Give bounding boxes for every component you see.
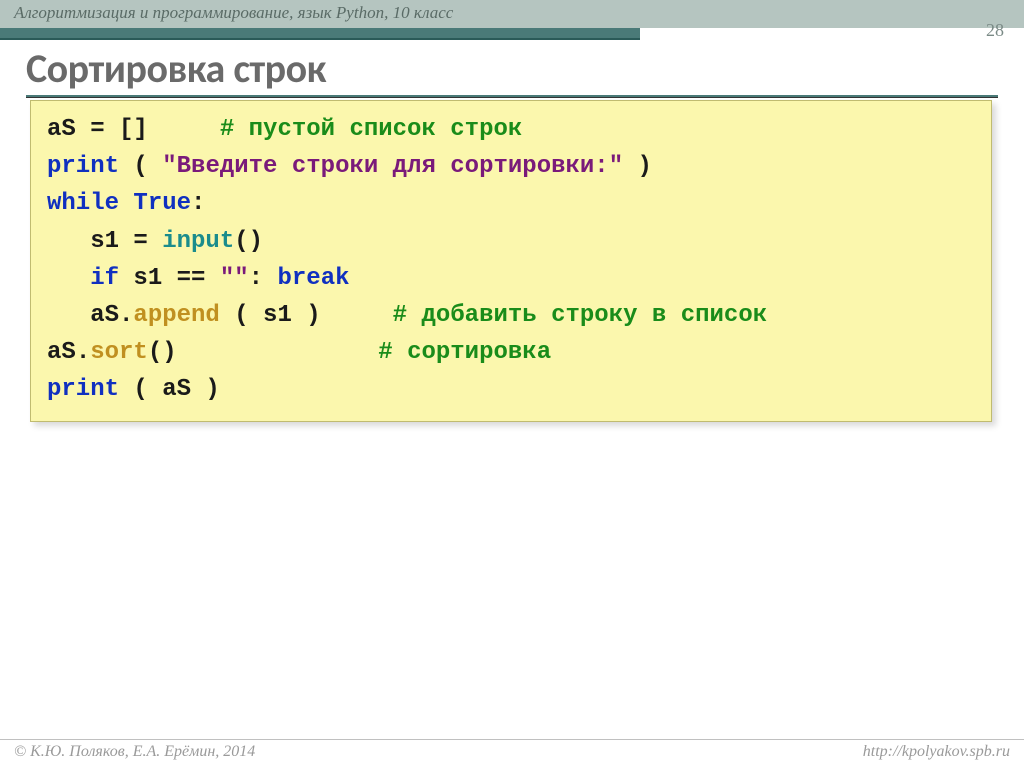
- code-keyword: while: [47, 190, 119, 217]
- code-line-1: aS = [] # пустой список строк: [47, 111, 975, 148]
- code-text: aS: [47, 339, 76, 366]
- code-block: aS = [] # пустой список строк print ( "В…: [30, 100, 992, 422]
- code-text: s1 =: [47, 228, 162, 255]
- title-area: Сортировка строк: [26, 44, 998, 98]
- footer-left: © К.Ю. Поляков, Е.А. Ерёмин, 2014: [14, 743, 255, 764]
- code-keyword: if: [90, 265, 119, 292]
- code-text: aS = []: [47, 116, 220, 143]
- code-keyword: print: [47, 376, 119, 403]
- slide-header: Алгоритмизация и программирование, язык …: [0, 0, 1024, 28]
- code-text: ( s1 ): [220, 302, 393, 329]
- code-text: ): [623, 153, 652, 180]
- code-comment: # добавить строку в список: [393, 302, 767, 329]
- slide-footer: © К.Ю. Поляков, Е.А. Ерёмин, 2014 http:/…: [0, 739, 1024, 767]
- code-text: .: [76, 339, 90, 366]
- code-line-6: aS.append ( s1 ) # добавить строку в спи…: [47, 297, 975, 334]
- code-keyword: True: [133, 190, 191, 217]
- code-keyword: print: [47, 153, 119, 180]
- header-text: Алгоритмизация и программирование, язык …: [14, 3, 453, 22]
- code-text: .: [119, 302, 133, 329]
- decorative-bar: [0, 28, 640, 40]
- code-text: (): [148, 339, 378, 366]
- code-string: "": [220, 265, 249, 292]
- code-line-4: s1 = input(): [47, 223, 975, 260]
- code-func: append: [133, 302, 219, 329]
- code-func: sort: [90, 339, 148, 366]
- code-text: (: [119, 153, 162, 180]
- code-line-3: while True:: [47, 185, 975, 222]
- page-number: 28: [986, 20, 1004, 41]
- code-line-7: aS.sort() # сортировка: [47, 334, 975, 371]
- code-line-5: if s1 == "": break: [47, 260, 975, 297]
- code-comment: # пустой список строк: [220, 116, 522, 143]
- code-text: [119, 190, 133, 217]
- code-text: s1 ==: [119, 265, 220, 292]
- code-func: input: [162, 228, 234, 255]
- code-keyword: break: [277, 265, 349, 292]
- page-title: Сортировка строк: [26, 44, 998, 93]
- code-text: (): [234, 228, 263, 255]
- code-text: ( aS ): [119, 376, 220, 403]
- code-text: [47, 265, 90, 292]
- code-text: aS: [47, 302, 119, 329]
- code-line-8: print ( aS ): [47, 371, 975, 408]
- code-text: :: [191, 190, 205, 217]
- code-comment: # сортировка: [378, 339, 551, 366]
- footer-right: http://kpolyakov.spb.ru: [863, 743, 1010, 764]
- code-line-2: print ( "Введите строки для сортировки:"…: [47, 148, 975, 185]
- title-underline: [26, 95, 998, 98]
- code-string: "Введите строки для сортировки:": [162, 153, 623, 180]
- code-text: :: [249, 265, 278, 292]
